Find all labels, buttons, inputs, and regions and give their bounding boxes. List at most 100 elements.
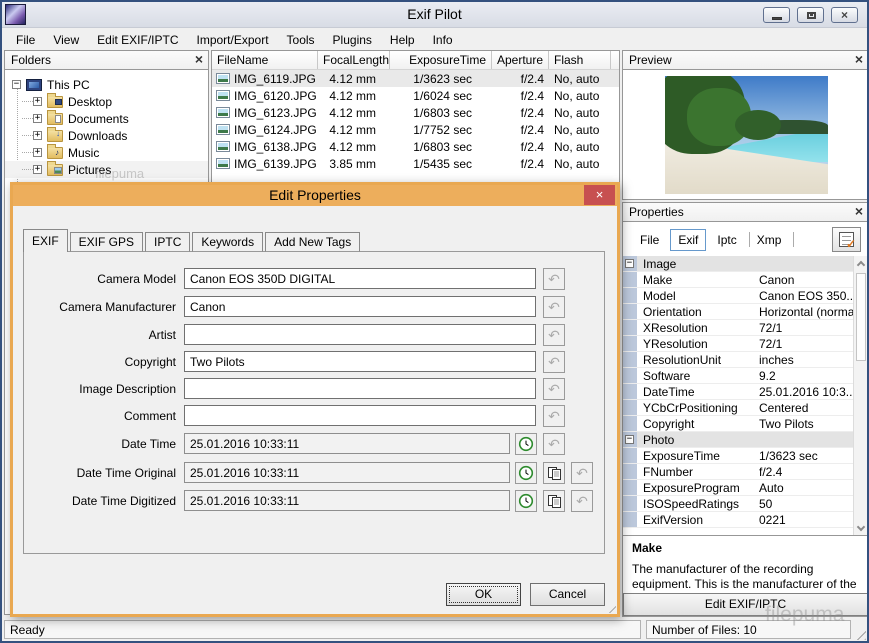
date-time-input[interactable] (184, 433, 510, 454)
minimize-button[interactable] (763, 7, 790, 23)
tab-xmp[interactable]: Xmp (755, 230, 789, 250)
copy-button[interactable] (543, 462, 565, 484)
undo-button[interactable]: ↶ (571, 462, 593, 484)
maximize-button[interactable] (797, 7, 824, 23)
close-button[interactable]: × (831, 7, 858, 23)
property-row[interactable]: ExposureTime1/3623 sec (623, 448, 853, 464)
undo-button[interactable]: ↶ (571, 490, 593, 512)
file-row[interactable]: IMG_6138.JPG 4.12 mm 1/6803 sec f/2.4 No… (212, 138, 619, 155)
column-header-aperture[interactable]: Aperture (492, 51, 549, 69)
file-row[interactable]: IMG_6139.JPG 3.85 mm 1/5435 sec f/2.4 No… (212, 155, 619, 172)
menu-edit-exif-iptc[interactable]: Edit EXIF/IPTC (88, 31, 187, 49)
copyright-input[interactable] (184, 351, 536, 372)
tree-item-desktop[interactable]: + Desktop (5, 93, 208, 110)
collapse-box-icon[interactable]: − (625, 435, 634, 444)
property-row[interactable]: XResolution72/1 (623, 320, 853, 336)
artist-input[interactable] (184, 324, 536, 345)
property-row[interactable]: ISOSpeedRatings50 (623, 496, 853, 512)
dialog-resize-grip[interactable] (604, 601, 616, 613)
menu-plugins[interactable]: Plugins (324, 31, 381, 49)
tab-file[interactable]: File (633, 230, 666, 250)
tree-item-downloads[interactable]: + ↓ Downloads (5, 127, 208, 144)
property-row[interactable]: ResolutionUnitinches (623, 352, 853, 368)
tab-iptc[interactable]: IPTC (145, 232, 190, 252)
tab-exif[interactable]: EXIF (23, 229, 68, 252)
tab-keywords[interactable]: Keywords (192, 232, 263, 252)
tab-add-new-tags[interactable]: Add New Tags (265, 232, 360, 252)
clock-button[interactable] (515, 433, 537, 455)
property-row[interactable]: OrientationHorizontal (normal) (623, 304, 853, 320)
menu-import-export[interactable]: Import/Export (188, 31, 278, 49)
grid-scrollbar[interactable] (853, 256, 868, 535)
collapse-box-icon[interactable]: − (12, 80, 21, 89)
dialog-title-bar[interactable]: Edit Properties × (13, 185, 617, 206)
file-row[interactable]: IMG_6120.JPG 4.12 mm 1/6024 sec f/2.4 No… (212, 87, 619, 104)
tree-item-pictures[interactable]: + Pictures (5, 161, 208, 178)
menu-tools[interactable]: Tools (278, 31, 324, 49)
property-row[interactable]: DateTime25.01.2016 10:3... (623, 384, 853, 400)
menu-help[interactable]: Help (381, 31, 424, 49)
column-header-focallength[interactable]: FocalLength (318, 51, 390, 69)
menu-file[interactable]: File (7, 31, 44, 49)
property-row[interactable]: Software9.2 (623, 368, 853, 384)
clock-button[interactable] (515, 490, 537, 512)
dialog-close-button[interactable]: × (584, 185, 615, 205)
edit-exif-iptc-button[interactable]: Edit EXIF/IPTC (623, 593, 868, 616)
preview-close-icon[interactable]: × (855, 51, 863, 67)
property-row[interactable]: YCbCrPositioningCentered (623, 400, 853, 416)
collapse-box-icon[interactable]: − (625, 259, 634, 268)
tab-exif-gps[interactable]: EXIF GPS (70, 232, 143, 252)
camera-model-input[interactable] (184, 268, 536, 289)
column-header-exposuretime[interactable]: ExposureTime (390, 51, 492, 69)
expand-box-icon[interactable]: + (33, 148, 42, 157)
undo-button[interactable]: ↶ (543, 324, 565, 346)
image-description-input[interactable] (184, 378, 536, 399)
camera-manufacturer-input[interactable] (184, 296, 536, 317)
property-group-row[interactable]: − Image (623, 256, 853, 272)
expand-box-icon[interactable]: + (33, 114, 42, 123)
column-header-filename[interactable]: FileName (212, 51, 318, 69)
expand-box-icon[interactable]: + (33, 97, 42, 106)
scroll-down-icon[interactable] (857, 523, 865, 531)
edit-tag-list-button[interactable]: ✓ (832, 227, 861, 252)
property-row[interactable]: ExifVersion0221 (623, 512, 853, 528)
comment-input[interactable] (184, 405, 536, 426)
property-row[interactable]: YResolution72/1 (623, 336, 853, 352)
undo-button[interactable]: ↶ (543, 433, 565, 455)
property-group-row[interactable]: − Photo (623, 432, 853, 448)
tree-item-documents[interactable]: + Documents (5, 110, 208, 127)
tab-exif[interactable]: Exif (670, 229, 706, 251)
expand-box-icon[interactable]: + (33, 165, 42, 174)
undo-button[interactable]: ↶ (543, 378, 565, 400)
undo-button[interactable]: ↶ (543, 351, 565, 373)
property-row[interactable]: ModelCanon EOS 350... (623, 288, 853, 304)
file-row[interactable]: IMG_6119.JPG 4.12 mm 1/3623 sec f/2.4 No… (212, 70, 619, 87)
undo-button[interactable]: ↶ (543, 296, 565, 318)
properties-close-icon[interactable]: × (855, 203, 863, 219)
ok-button[interactable]: OK (446, 583, 521, 606)
tree-item-music[interactable]: + ♪ Music (5, 144, 208, 161)
property-row[interactable]: FNumberf/2.4 (623, 464, 853, 480)
expand-box-icon[interactable]: + (33, 131, 42, 140)
clock-button[interactable] (515, 462, 537, 484)
scroll-up-icon[interactable] (857, 261, 865, 269)
date-time-digitized-input[interactable] (184, 490, 510, 511)
cancel-button[interactable]: Cancel (530, 583, 605, 606)
scrollbar-thumb[interactable] (856, 273, 866, 361)
undo-button[interactable]: ↶ (543, 405, 565, 427)
window-resize-grip[interactable] (853, 627, 866, 640)
property-row[interactable]: CopyrightTwo Pilots (623, 416, 853, 432)
tree-item-this-pc[interactable]: − This PC (5, 76, 208, 93)
undo-button[interactable]: ↶ (543, 268, 565, 290)
file-row[interactable]: IMG_6123.JPG 4.12 mm 1/6803 sec f/2.4 No… (212, 104, 619, 121)
tab-iptc[interactable]: Iptc (710, 230, 743, 250)
file-row[interactable]: IMG_6124.JPG 4.12 mm 1/7752 sec f/2.4 No… (212, 121, 619, 138)
copy-button[interactable] (543, 490, 565, 512)
folders-close-icon[interactable]: × (195, 51, 203, 67)
menu-info[interactable]: Info (424, 31, 462, 49)
menu-view[interactable]: View (44, 31, 88, 49)
date-time-original-input[interactable] (184, 462, 510, 483)
column-header-flash[interactable]: Flash (549, 51, 611, 69)
property-row[interactable]: ExposureProgramAuto (623, 480, 853, 496)
property-row[interactable]: MakeCanon (623, 272, 853, 288)
